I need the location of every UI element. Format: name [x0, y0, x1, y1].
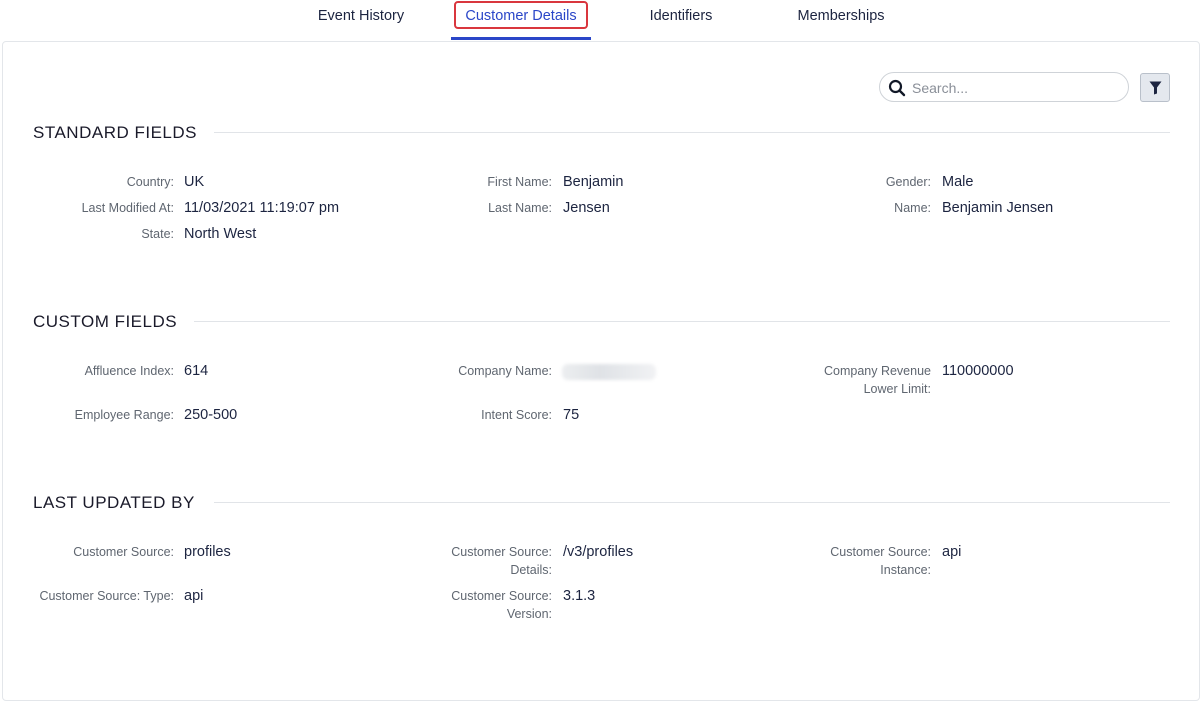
affluence-index-value: 614 [184, 363, 209, 379]
section-divider [194, 321, 1170, 322]
tab-event-history-label: Event History [317, 8, 405, 24]
name-value: Benjamin Jensen [942, 200, 1054, 216]
tab-identifiers[interactable]: Identifiers [636, 0, 726, 40]
tab-customer-details[interactable]: Customer Details [451, 0, 591, 40]
active-tab-underline [451, 37, 591, 40]
customer-source-details-label-line2: Details: [510, 563, 552, 577]
first-name-value: Benjamin [563, 174, 624, 190]
search-box[interactable] [879, 72, 1129, 102]
customer-source-version-label-line2: Version: [506, 607, 552, 621]
customer-source-instance-value: api [942, 544, 962, 560]
tab-bar: Event History Customer Details Identifie… [0, 0, 1203, 42]
last-updated-title: LAST UPDATED BY [33, 493, 195, 512]
customer-source-version-value: 3.1.3 [563, 588, 596, 604]
customer-source-details-value: /v3/profiles [563, 544, 634, 560]
company-name-value-redacted [562, 364, 656, 380]
last-modified-value: 11/03/2021 11:19:07 pm [184, 200, 340, 216]
state-value: North West [184, 226, 257, 242]
affluence-index-label: Affluence Index: [84, 364, 174, 378]
country-label: Country: [126, 175, 174, 189]
custom-fields-title: CUSTOM FIELDS [33, 312, 178, 331]
tab-customer-details-label: Customer Details [465, 8, 577, 24]
gender-value: Male [942, 174, 974, 190]
tab-memberships-label: Memberships [797, 8, 885, 24]
employee-range-value: 250-500 [184, 407, 238, 423]
customer-source-version-label-line1: Customer Source: [451, 589, 552, 603]
customer-source-label: Customer Source: [73, 545, 174, 559]
last-name-value: Jensen [563, 200, 610, 216]
name-label: Name: [894, 201, 931, 215]
state-label: State: [141, 227, 174, 241]
gender-label: Gender: [885, 175, 931, 189]
customer-source-details-label: Customer Source: Details: [382, 543, 552, 579]
last-modified-label: Last Modified At: [81, 201, 174, 215]
search-input[interactable] [910, 77, 1114, 99]
company-revenue-value: 110000000 [942, 363, 1014, 379]
intent-score-value: 75 [563, 407, 580, 423]
employee-range-label: Employee Range: [74, 408, 174, 422]
customer-source-type-label: Customer Source: Type: [39, 589, 174, 603]
search-icon [888, 79, 906, 97]
company-revenue-label-line2: Lower Limit: [863, 382, 931, 396]
customer-source-instance-label: Customer Source: Instance: [761, 543, 931, 579]
company-revenue-label: Company Revenue Lower Limit: [761, 362, 931, 398]
customer-source-details-label-line1: Customer Source: [451, 545, 552, 559]
company-name-label: Company Name: [458, 364, 552, 378]
last-name-label: Last Name: [488, 201, 552, 215]
tab-memberships[interactable]: Memberships [786, 0, 896, 40]
filter-icon [1149, 81, 1162, 95]
intent-score-label: Intent Score: [481, 408, 552, 422]
tab-identifiers-label: Identifiers [649, 8, 713, 24]
first-name-label: First Name: [487, 175, 552, 189]
filter-button[interactable] [1140, 73, 1170, 102]
customer-source-type-value: api [184, 588, 204, 604]
customer-source-instance-label-line2: Instance: [880, 563, 931, 577]
section-divider [214, 132, 1170, 133]
country-value: UK [184, 174, 205, 190]
customer-source-version-label: Customer Source: Version: [382, 587, 552, 623]
company-revenue-label-line1: Company Revenue [823, 364, 931, 378]
section-divider [214, 502, 1170, 503]
standard-fields-title: STANDARD FIELDS [33, 123, 197, 142]
tab-event-history[interactable]: Event History [306, 0, 416, 40]
customer-source-instance-label-line1: Customer Source: [830, 545, 931, 559]
customer-source-value: profiles [184, 544, 231, 560]
